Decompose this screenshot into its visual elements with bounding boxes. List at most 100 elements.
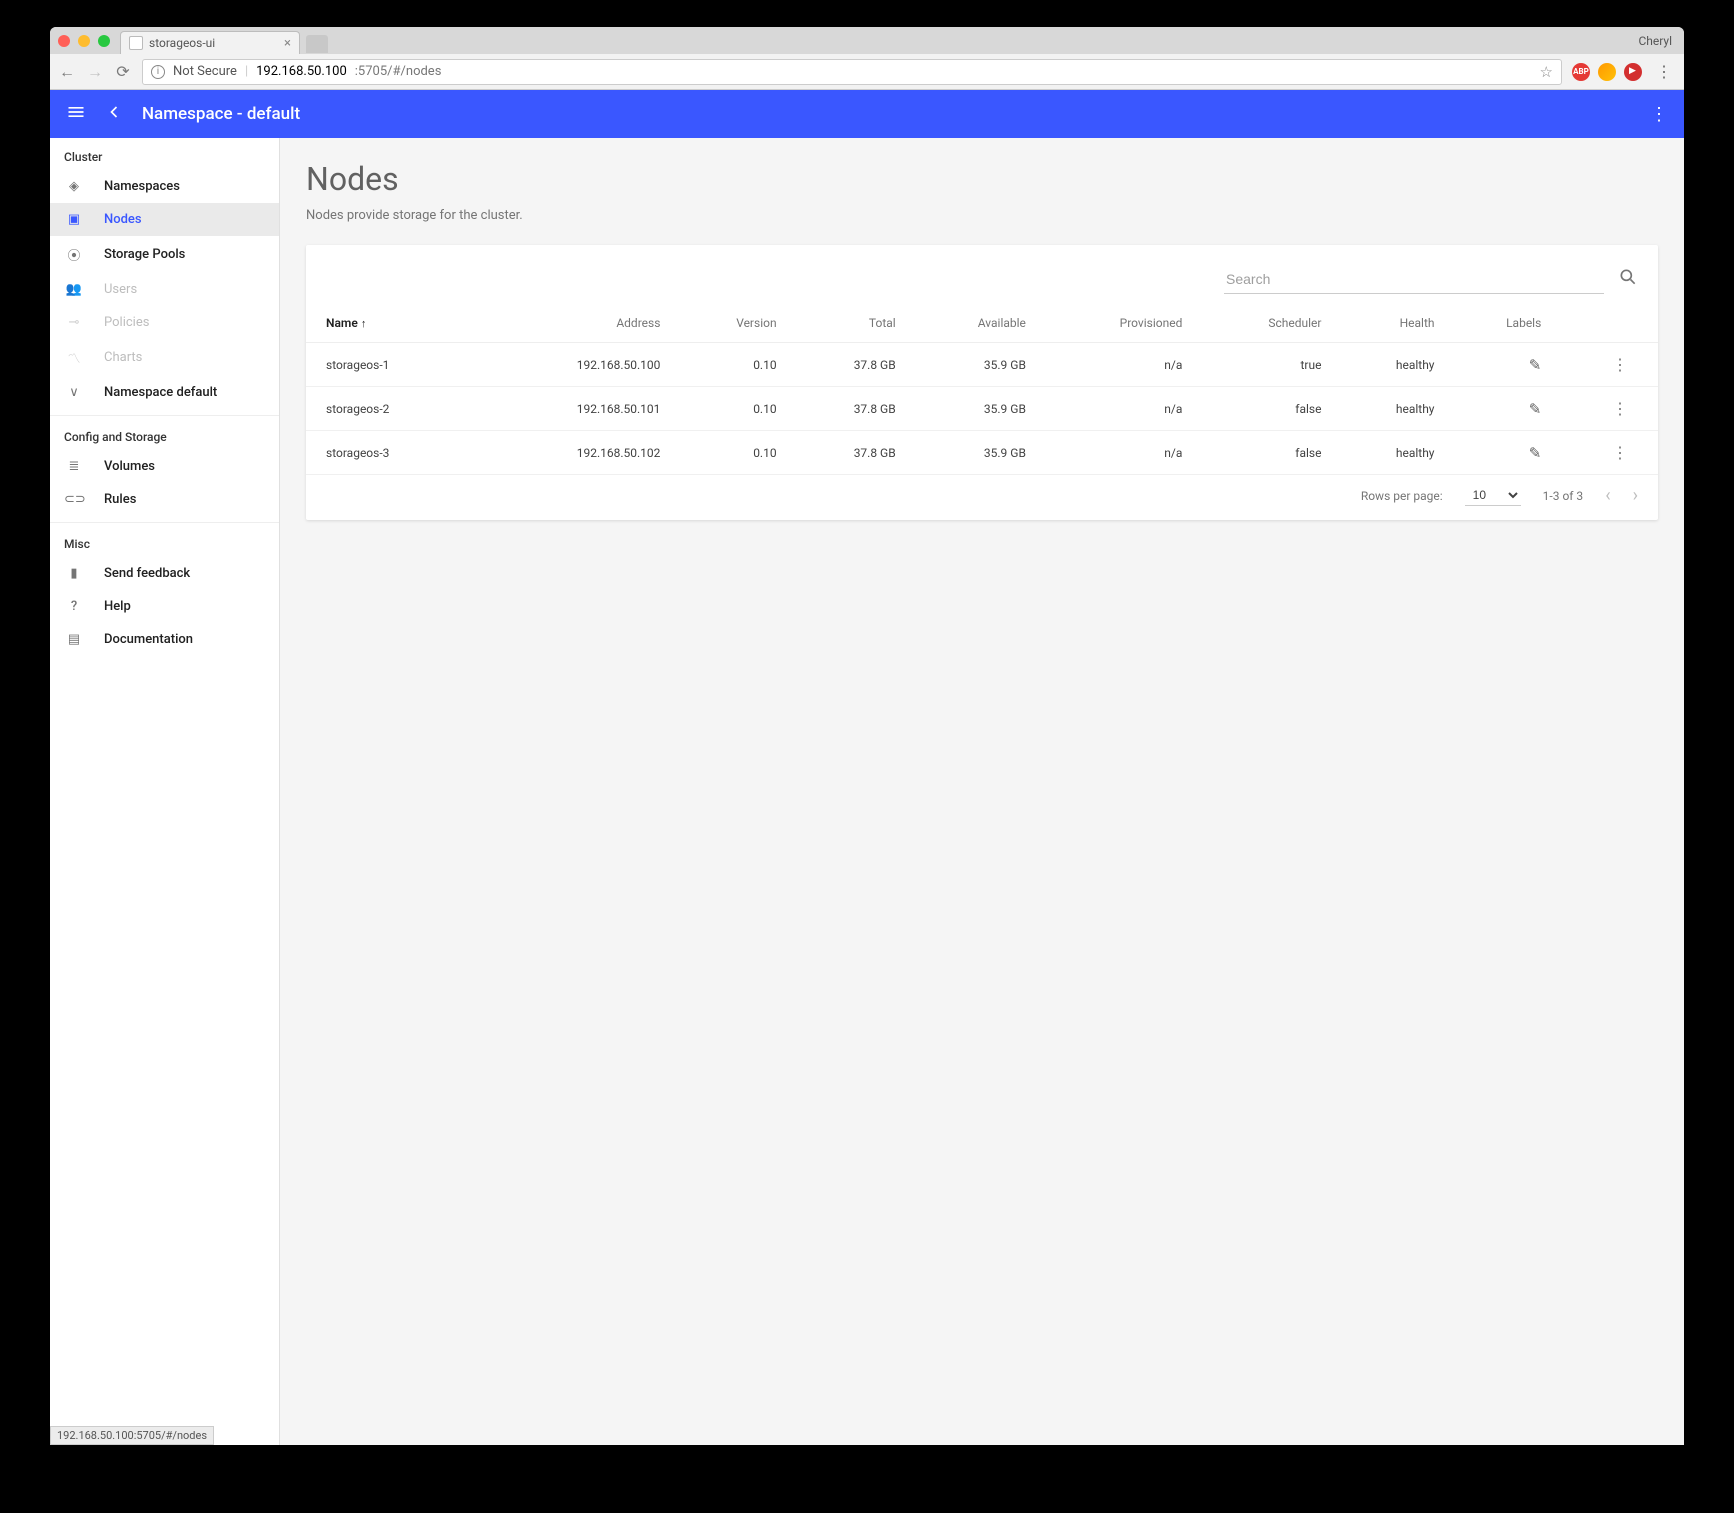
- browser-status-bar: 192.168.50.100:5705/#/nodes: [50, 1426, 214, 1445]
- cell: storageos-2: [306, 387, 478, 431]
- extension-play-icon[interactable]: [1624, 63, 1642, 81]
- edit-icon[interactable]: ✎: [1529, 400, 1542, 418]
- row-menu-icon[interactable]: ⋮: [1612, 355, 1646, 374]
- cell: true: [1194, 343, 1333, 387]
- sidebar-item-charts[interactable]: 〽Charts: [50, 339, 279, 376]
- url-path: :5705/#/nodes: [355, 64, 442, 79]
- chat-icon: ▮: [64, 566, 84, 581]
- cell: false: [1194, 387, 1333, 431]
- column-header-scheduler[interactable]: Scheduler: [1194, 302, 1333, 343]
- sidebar: Cluster ◈ Namespaces ▣Nodes⦿Storage Pools👥U…: [50, 138, 280, 1445]
- sidebar-item-nodes[interactable]: ▣Nodes: [50, 203, 279, 236]
- chart-icon: 〽: [64, 348, 84, 367]
- sidebar-item-policies[interactable]: ⊸Policies: [50, 306, 279, 339]
- row-menu-icon[interactable]: ⋮: [1612, 399, 1646, 418]
- browser-menu-icon[interactable]: ⋮: [1652, 62, 1676, 81]
- app-header: Namespace - default ⋮: [50, 90, 1684, 138]
- header-more-icon[interactable]: ⋮: [1650, 104, 1668, 125]
- url-host: 192.168.50.100: [256, 64, 347, 79]
- sidebar-item-label: Send feedback: [104, 566, 190, 581]
- sidebar-item-help[interactable]: ?Help: [50, 590, 279, 623]
- key-icon: ⊸: [64, 315, 84, 330]
- cell: 37.8 GB: [789, 431, 908, 475]
- column-header-name[interactable]: Name↑: [306, 302, 478, 343]
- rows-per-page-select[interactable]: 10: [1465, 485, 1521, 506]
- next-page-icon[interactable]: ›: [1633, 485, 1638, 506]
- sidebar-item-label: Users: [104, 282, 137, 297]
- cell: n/a: [1038, 343, 1194, 387]
- extension-abp-icon[interactable]: ABP: [1572, 63, 1590, 81]
- browser-tab[interactable]: storageos-ui ×: [120, 31, 300, 54]
- main-content: Nodes Nodes provide storage for the clus…: [280, 138, 1684, 1445]
- sidebar-item-label: Storage Pools: [104, 247, 185, 262]
- sidebar-item-rules[interactable]: ⊂⊃Rules: [50, 483, 279, 516]
- table-row[interactable]: storageos-2192.168.50.1010.1037.8 GB35.9…: [306, 387, 1658, 431]
- cell: storageos-1: [306, 343, 478, 387]
- address-bar[interactable]: i Not Secure | 192.168.50.100:5705/#/nod…: [142, 59, 1562, 85]
- table-row[interactable]: storageos-1192.168.50.1000.1037.8 GB35.9…: [306, 343, 1658, 387]
- search-input[interactable]: [1224, 265, 1604, 294]
- cell: storageos-3: [306, 431, 478, 475]
- close-tab-icon[interactable]: ×: [284, 36, 291, 51]
- cell: 35.9 GB: [908, 343, 1038, 387]
- cell: 37.8 GB: [789, 387, 908, 431]
- column-header-version[interactable]: Version: [672, 302, 788, 343]
- page-favicon: [129, 36, 143, 50]
- column-header-address[interactable]: Address: [478, 302, 672, 343]
- sidebar-item-volumes[interactable]: ≣Volumes: [50, 450, 279, 483]
- sidebar-item-storage-pools[interactable]: ⦿Storage Pools: [50, 236, 279, 273]
- column-header-health[interactable]: Health: [1333, 302, 1446, 343]
- search-icon[interactable]: [1618, 267, 1638, 292]
- extensions: ABP: [1572, 63, 1642, 81]
- sidebar-item-namespaces[interactable]: ◈ Namespaces: [50, 170, 279, 203]
- sidebar-item-label: Documentation: [104, 632, 193, 647]
- cell: 192.168.50.100: [478, 343, 672, 387]
- column-header-available[interactable]: Available: [908, 302, 1038, 343]
- profile-name[interactable]: Cheryl: [1638, 34, 1672, 48]
- layers-icon: ◈: [64, 179, 84, 194]
- prev-page-icon[interactable]: ‹: [1605, 485, 1610, 506]
- help-icon: ?: [64, 599, 84, 614]
- reload-icon[interactable]: ⟳: [114, 62, 132, 81]
- cell: 0.10: [672, 431, 788, 475]
- sidebar-item-send-feedback[interactable]: ▮ Send feedback: [50, 557, 279, 590]
- column-header-total[interactable]: Total: [789, 302, 908, 343]
- sidebar-section-title: Cluster: [50, 138, 279, 170]
- rules-icon: ⊂⊃: [64, 492, 84, 507]
- new-tab-button[interactable]: [306, 35, 328, 53]
- column-header-labels[interactable]: Labels: [1446, 302, 1553, 343]
- minimize-window-icon[interactable]: [78, 35, 90, 47]
- chev-icon: ∨: [64, 385, 84, 400]
- sidebar-section-title: Misc: [50, 525, 279, 557]
- close-window-icon[interactable]: [58, 35, 70, 47]
- extension-icon[interactable]: [1598, 63, 1616, 81]
- sidebar-item-label: Namespaces: [104, 179, 180, 194]
- sidebar-item-users[interactable]: 👥Users: [50, 273, 279, 306]
- cell: n/a: [1038, 431, 1194, 475]
- sidebar-item-documentation[interactable]: ▤ Documentation: [50, 623, 279, 656]
- vols-icon: ≣: [64, 459, 84, 474]
- nodes-card: Name↑AddressVersionTotalAvailableProvisi…: [306, 245, 1658, 520]
- doc-icon: ▤: [64, 632, 84, 647]
- sidebar-section-title: Config and Storage: [50, 418, 279, 450]
- site-info-icon[interactable]: i: [151, 65, 165, 79]
- cell: 37.8 GB: [789, 343, 908, 387]
- rows-per-page-label: Rows per page:: [1361, 489, 1443, 503]
- cell: 35.9 GB: [908, 431, 1038, 475]
- sidebar-item-namespace-default[interactable]: ∨Namespace default: [50, 376, 279, 409]
- column-header-actions: [1553, 302, 1658, 343]
- cell: healthy: [1333, 431, 1446, 475]
- edit-icon[interactable]: ✎: [1529, 356, 1542, 374]
- bookmark-icon[interactable]: ☆: [1540, 63, 1553, 81]
- maximize-window-icon[interactable]: [98, 35, 110, 47]
- header-back-icon[interactable]: [104, 102, 124, 126]
- row-menu-icon[interactable]: ⋮: [1612, 443, 1646, 462]
- table-row[interactable]: storageos-3192.168.50.1020.1037.8 GB35.9…: [306, 431, 1658, 475]
- not-secure-label: Not Secure: [173, 64, 237, 79]
- column-header-provisioned[interactable]: Provisioned: [1038, 302, 1194, 343]
- cell: 192.168.50.101: [478, 387, 672, 431]
- edit-icon[interactable]: ✎: [1529, 444, 1542, 462]
- back-icon[interactable]: ←: [58, 62, 76, 82]
- menu-icon[interactable]: [66, 102, 86, 126]
- table-pagination: Rows per page: 10 1-3 of 3 ‹ ›: [306, 475, 1658, 520]
